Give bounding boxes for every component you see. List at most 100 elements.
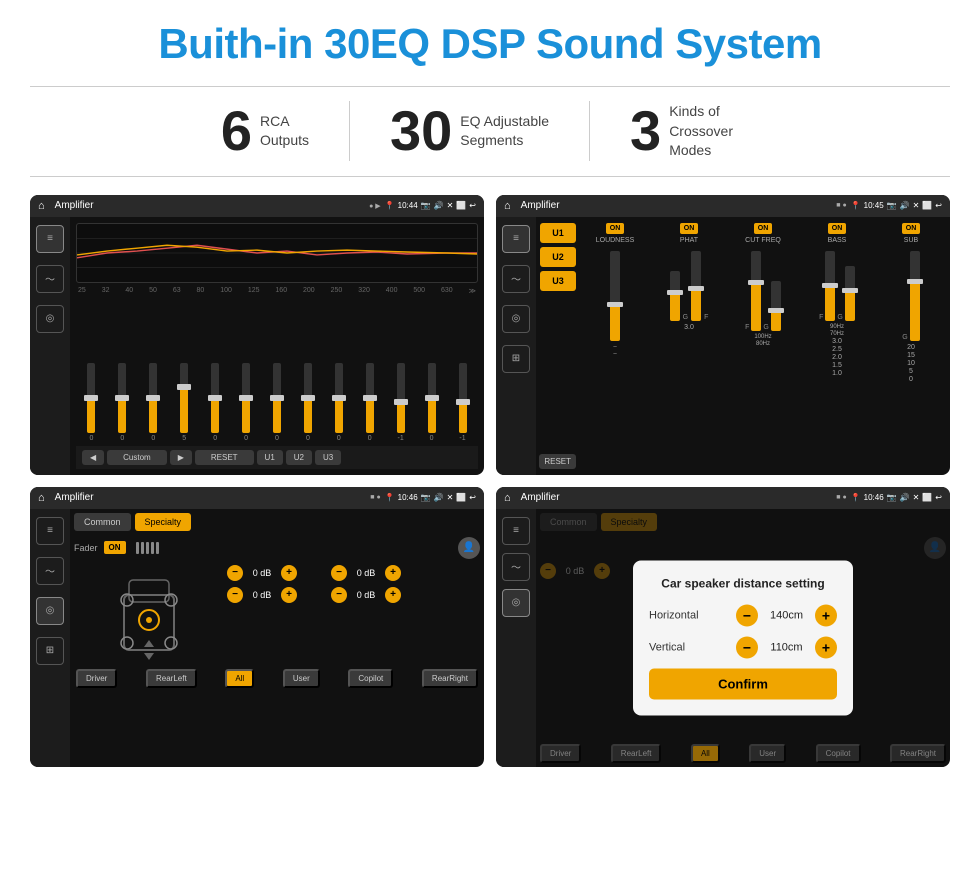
xover-ch-cutfreq-slider-f[interactable] xyxy=(751,251,761,331)
spk-bar-2 xyxy=(141,542,144,554)
dlg-vertical-plus[interactable]: + xyxy=(815,636,837,658)
eq-slider-12[interactable]: -1 xyxy=(459,363,467,442)
dlg-back-icon[interactable]: ↩ xyxy=(935,493,942,502)
spk-right-bot-plus[interactable]: + xyxy=(385,587,401,603)
eq-equalizer-icon[interactable]: ≡ xyxy=(36,225,64,253)
xover-ch-phat-slider-f[interactable] xyxy=(691,251,701,321)
dlg-bg-tab-common: Common xyxy=(540,513,597,531)
spk-right-top-minus[interactable]: − xyxy=(331,565,347,581)
spk-wave-icon[interactable]: 〜 xyxy=(36,557,64,585)
dlg-time: 10:46 xyxy=(864,493,884,502)
eq-slider-8[interactable]: 0 xyxy=(335,363,343,442)
spk-rearright-button[interactable]: RearRight xyxy=(422,669,478,688)
xover-ch-loudness-on[interactable]: ON xyxy=(606,223,625,234)
spk-bar-1 xyxy=(136,542,139,554)
dlg-home-icon[interactable]: ⌂ xyxy=(504,492,511,504)
spk-spk-icon[interactable]: ◎ xyxy=(36,597,64,625)
eq-play-button[interactable]: ▶ xyxy=(170,450,192,465)
xover-ch-loudness-slider[interactable] xyxy=(610,251,620,341)
eq-slider-1[interactable]: 0 xyxy=(118,363,126,442)
xover-ch-sub-slider[interactable] xyxy=(910,251,920,341)
xover-ch-sub-on[interactable]: ON xyxy=(902,223,921,234)
eq-home-icon[interactable]: ⌂ xyxy=(38,200,45,212)
xover-ch-phat-on[interactable]: ON xyxy=(680,223,699,234)
spk-on-badge[interactable]: ON xyxy=(104,541,126,554)
spk-eq-icon[interactable]: ≡ xyxy=(36,517,64,545)
spk-right-top-plus[interactable]: + xyxy=(385,565,401,581)
eq-wave-icon[interactable]: 〜 xyxy=(36,265,64,293)
dlg-rearright-button[interactable]: RearRight xyxy=(890,744,946,763)
spk-copilot-button[interactable]: Copilot xyxy=(348,669,393,688)
xover-eq-icon[interactable]: ≡ xyxy=(502,225,530,253)
dlg-close-icon: ✕ xyxy=(913,493,920,502)
dlg-horizontal-minus[interactable]: − xyxy=(736,604,758,626)
eq-slider-6[interactable]: 0 xyxy=(273,363,281,442)
xover-wave-icon[interactable]: 〜 xyxy=(502,265,530,293)
spk-all-button[interactable]: All xyxy=(225,669,254,688)
eq-back-icon[interactable]: ↩ xyxy=(469,201,476,210)
spk-home-icon[interactable]: ⌂ xyxy=(38,492,45,504)
spk-profile-icon[interactable]: 👤 xyxy=(458,537,480,559)
spk-sound-icon: 🔊 xyxy=(434,493,444,502)
xover-u1-button[interactable]: U1 xyxy=(540,223,576,243)
dlg-user-button[interactable]: User xyxy=(749,744,786,763)
eq-slider-11[interactable]: 0 xyxy=(428,363,436,442)
xover-u3-button[interactable]: U3 xyxy=(540,271,576,291)
dlg-driver-button[interactable]: Driver xyxy=(540,744,581,763)
spk-left-top-minus[interactable]: − xyxy=(227,565,243,581)
eq-u1-button[interactable]: U1 xyxy=(257,450,283,465)
xover-ch-phat-slider-g[interactable] xyxy=(670,271,680,321)
dlg-all-button[interactable]: All xyxy=(691,744,720,763)
dlg-vertical-minus[interactable]: − xyxy=(736,636,758,658)
eq-slider-7[interactable]: 0 xyxy=(304,363,312,442)
xover-ch-bass-on[interactable]: ON xyxy=(828,223,847,234)
eq-speaker-icon[interactable]: ◎ xyxy=(36,305,64,333)
stat-eq-number: 30 xyxy=(390,103,452,159)
xover-vol-icon[interactable]: ⊞ xyxy=(502,345,530,373)
dlg-confirm-button[interactable]: Confirm xyxy=(649,668,837,699)
spk-vol-icon[interactable]: ⊞ xyxy=(36,637,64,665)
spk-left-top-plus[interactable]: + xyxy=(281,565,297,581)
eq-u3-button[interactable]: U3 xyxy=(315,450,341,465)
xover-u2-button[interactable]: U2 xyxy=(540,247,576,267)
spk-tab-common[interactable]: Common xyxy=(74,513,131,531)
dlg-wave-icon[interactable]: 〜 xyxy=(502,553,530,581)
spk-left-bot-plus[interactable]: + xyxy=(281,587,297,603)
spk-bottom-row: Driver RearLeft All User Copilot RearRig… xyxy=(74,669,480,688)
xover-ch-bass-slider-g[interactable] xyxy=(845,266,855,321)
xover-camera-icon: 📷 xyxy=(887,201,897,210)
spk-status-icons: 📍 10:46 📷 🔊 ✕ ⬜ ↩ xyxy=(385,493,476,502)
spk-back-icon[interactable]: ↩ xyxy=(469,493,476,502)
xover-home-icon[interactable]: ⌂ xyxy=(504,200,511,212)
xover-ch-cutfreq-on[interactable]: ON xyxy=(754,223,773,234)
eq-slider-2[interactable]: 0 xyxy=(149,363,157,442)
spk-tab-specialty[interactable]: Specialty xyxy=(135,513,192,531)
spk-left-bot-minus[interactable]: − xyxy=(227,587,243,603)
dlg-spk-icon[interactable]: ◎ xyxy=(502,589,530,617)
spk-right-controls: − 0 dB + − 0 dB + xyxy=(331,565,480,603)
eq-slider-4[interactable]: 0 xyxy=(211,363,219,442)
eq-u2-button[interactable]: U2 xyxy=(286,450,312,465)
xover-spk-icon[interactable]: ◎ xyxy=(502,305,530,333)
spk-time: 10:46 xyxy=(398,493,418,502)
spk-rearleft-button[interactable]: RearLeft xyxy=(146,669,197,688)
eq-slider-3[interactable]: 5 xyxy=(180,363,188,442)
eq-prev-button[interactable]: ◀ xyxy=(82,450,104,465)
spk-right-bot-minus[interactable]: − xyxy=(331,587,347,603)
dlg-horizontal-plus[interactable]: + xyxy=(815,604,837,626)
eq-custom-button[interactable]: Custom xyxy=(107,450,167,465)
xover-reset-button[interactable]: RESET xyxy=(539,454,576,469)
eq-slider-10[interactable]: -1 xyxy=(397,363,405,442)
dlg-rearleft-button[interactable]: RearLeft xyxy=(611,744,662,763)
eq-slider-0[interactable]: 0 xyxy=(87,363,95,442)
dlg-eq-icon[interactable]: ≡ xyxy=(502,517,530,545)
eq-slider-5[interactable]: 0 xyxy=(242,363,250,442)
xover-ch-bass-slider-f[interactable] xyxy=(825,251,835,321)
spk-driver-button[interactable]: Driver xyxy=(76,669,117,688)
eq-reset-button[interactable]: RESET xyxy=(195,450,254,465)
xover-ch-cutfreq-slider-g[interactable] xyxy=(771,281,781,331)
eq-slider-9[interactable]: 0 xyxy=(366,363,374,442)
spk-user-button[interactable]: User xyxy=(283,669,320,688)
xover-back-icon[interactable]: ↩ xyxy=(935,201,942,210)
dlg-copilot-button[interactable]: Copilot xyxy=(816,744,861,763)
